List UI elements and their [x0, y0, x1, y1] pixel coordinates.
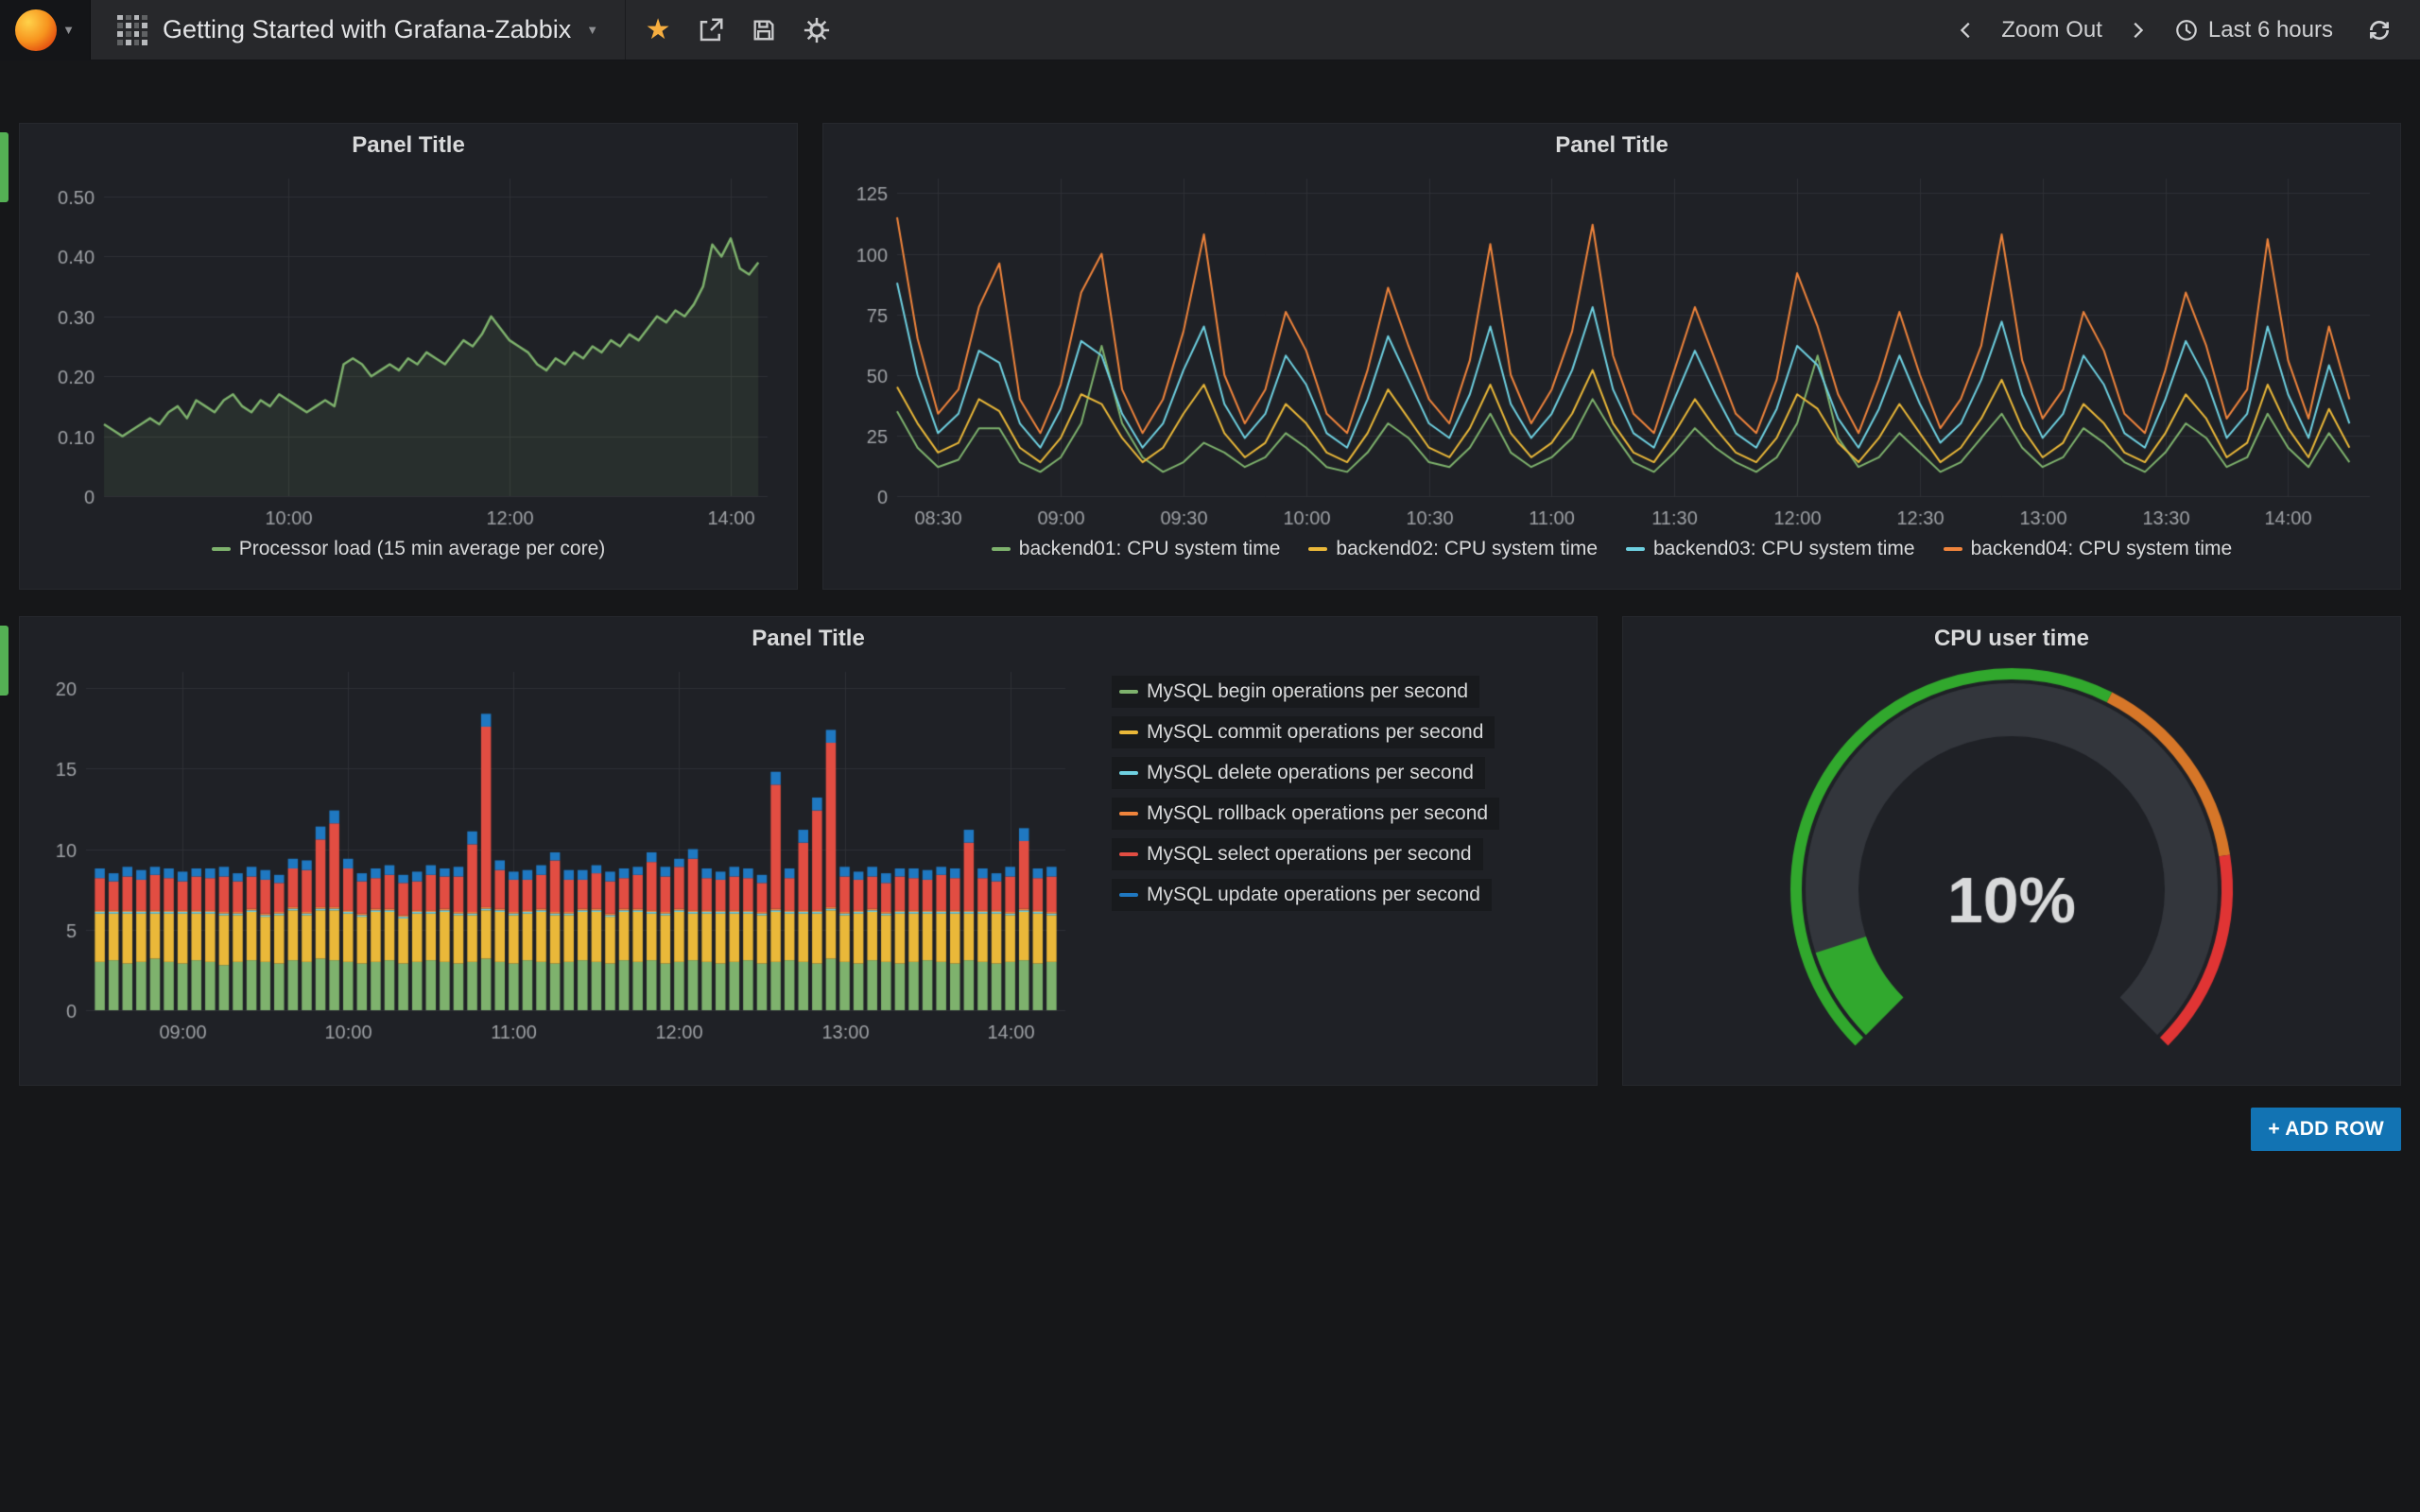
panel-processor-load: Panel Title Processor load (15 min avera…: [19, 123, 798, 590]
series-color-mark: [1119, 690, 1138, 694]
legend: MySQL begin operations per second MySQL …: [1112, 676, 1499, 911]
caret-down-icon: ▼: [586, 24, 598, 36]
legend: Processor load (15 min average per core): [20, 538, 797, 560]
legend-item[interactable]: MySQL select operations per second: [1112, 838, 1483, 870]
navbar: ▼ Getting Started with Grafana-Zabbix ▼ …: [0, 0, 2420, 60]
legend-item[interactable]: MySQL rollback operations per second: [1112, 798, 1499, 830]
legend-item[interactable]: backend04: CPU system time: [1944, 538, 2233, 560]
caret-down-icon: ▼: [62, 24, 75, 36]
legend-label: backend03: CPU system time: [1653, 538, 1915, 560]
series-color-mark: [1308, 547, 1327, 551]
legend-item[interactable]: Processor load (15 min average per core): [212, 538, 606, 560]
legend-item[interactable]: MySQL begin operations per second: [1112, 676, 1479, 708]
shift-time-forward-button[interactable]: [2116, 20, 2159, 41]
legend-label: backend02: CPU system time: [1336, 538, 1598, 560]
legend-item[interactable]: MySQL commit operations per second: [1112, 716, 1495, 748]
series-color-mark: [1119, 812, 1138, 816]
dashboard-actions: ★: [625, 0, 849, 60]
series-color-mark: [1944, 547, 1962, 551]
processor-load-chart[interactable]: [32, 165, 785, 534]
panel-title[interactable]: CPU user time: [1623, 617, 2400, 659]
cpu-user-time-gauge[interactable]: [1634, 659, 2390, 1074]
mysql-operations-chart[interactable]: [33, 659, 1082, 1048]
dashboard-grid-icon: [117, 15, 147, 45]
save-icon: [751, 17, 777, 43]
chevron-right-icon: [2127, 20, 2148, 41]
panel-mysql-operations: Panel Title MySQL begin operations per s…: [19, 616, 1598, 1086]
legend-label: MySQL rollback operations per second: [1147, 802, 1488, 825]
gear-icon: [803, 16, 831, 44]
series-color-mark: [1626, 547, 1645, 551]
row-toggle-1[interactable]: [0, 132, 9, 202]
legend-label: backend04: CPU system time: [1971, 538, 2233, 560]
panel-cpu-system-time: Panel Title backend01: CPU system time b…: [822, 123, 2401, 590]
dashboard-title: Getting Started with Grafana-Zabbix: [163, 15, 571, 44]
refresh-button[interactable]: [2358, 18, 2401, 43]
legend-item[interactable]: backend02: CPU system time: [1308, 538, 1598, 560]
legend-item[interactable]: MySQL update operations per second: [1112, 879, 1492, 911]
panel-title[interactable]: Panel Title: [20, 617, 1597, 659]
legend-label: Processor load (15 min average per core): [239, 538, 606, 560]
series-color-mark: [992, 547, 1011, 551]
dashboard-settings-button[interactable]: [790, 0, 843, 60]
add-row-button[interactable]: + ADD ROW: [2251, 1108, 2401, 1151]
row-toggle-2[interactable]: [0, 626, 9, 696]
legend-label: MySQL select operations per second: [1147, 843, 1472, 866]
legend-item[interactable]: backend01: CPU system time: [992, 538, 1281, 560]
legend-label: MySQL commit operations per second: [1147, 721, 1483, 744]
series-color-mark: [1119, 730, 1138, 734]
save-dashboard-button[interactable]: [737, 0, 790, 60]
series-color-mark: [1119, 893, 1138, 897]
grafana-menu-button[interactable]: ▼: [0, 0, 91, 60]
time-controls: Zoom Out Last 6 hours: [1945, 0, 2420, 60]
grafana-logo-icon: [15, 9, 57, 51]
legend: backend01: CPU system time backend02: CP…: [823, 538, 2400, 560]
panel-title[interactable]: Panel Title: [20, 124, 797, 165]
time-range-label: Last 6 hours: [2208, 17, 2333, 43]
series-color-mark: [1119, 852, 1138, 856]
time-range-picker-button[interactable]: Last 6 hours: [2161, 17, 2346, 43]
star-icon: ★: [646, 13, 671, 46]
chevron-left-icon: [1956, 20, 1977, 41]
dashboard-picker-button[interactable]: Getting Started with Grafana-Zabbix ▼: [91, 0, 625, 60]
series-color-mark: [212, 547, 231, 551]
legend-item[interactable]: backend03: CPU system time: [1626, 538, 1915, 560]
star-dashboard-button[interactable]: ★: [631, 0, 684, 60]
legend-label: MySQL begin operations per second: [1147, 680, 1468, 703]
refresh-icon: [2367, 18, 2392, 43]
zoom-out-button[interactable]: Zoom Out: [1990, 17, 2114, 43]
cpu-system-time-chart[interactable]: [837, 165, 2387, 534]
panel-cpu-user-time: CPU user time: [1622, 616, 2401, 1086]
clock-icon: [2174, 18, 2199, 43]
legend-label: MySQL update operations per second: [1147, 884, 1480, 906]
panel-title[interactable]: Panel Title: [823, 124, 2400, 165]
share-icon: [697, 16, 725, 44]
legend-label: MySQL delete operations per second: [1147, 762, 1474, 784]
legend-item[interactable]: MySQL delete operations per second: [1112, 757, 1485, 789]
series-color-mark: [1119, 771, 1138, 775]
shift-time-back-button[interactable]: [1945, 20, 1988, 41]
share-dashboard-button[interactable]: [684, 0, 737, 60]
legend-label: backend01: CPU system time: [1019, 538, 1281, 560]
